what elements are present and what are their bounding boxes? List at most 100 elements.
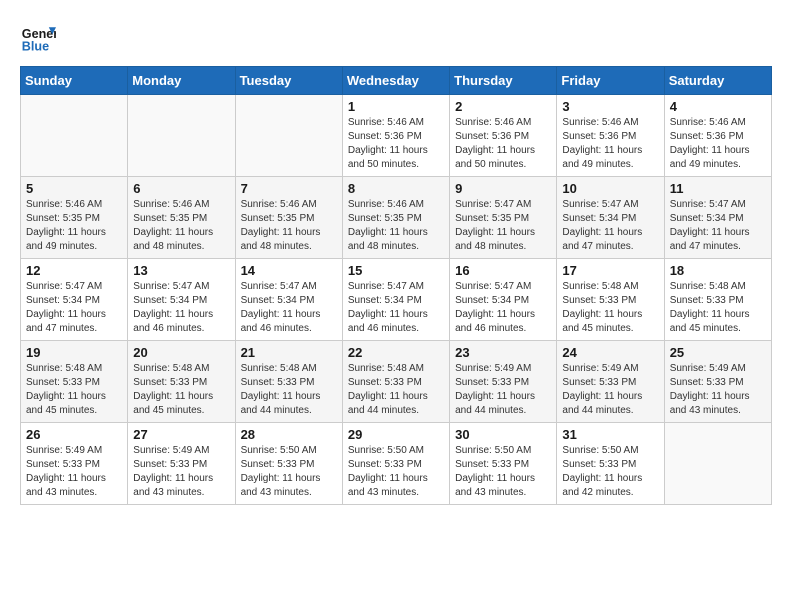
- day-number: 24: [562, 345, 658, 360]
- day-number: 12: [26, 263, 122, 278]
- day-number: 27: [133, 427, 229, 442]
- weekday-header-thursday: Thursday: [450, 67, 557, 95]
- weekday-header-friday: Friday: [557, 67, 664, 95]
- calendar-cell: 29 Sunrise: 5:50 AM Sunset: 5:33 PM Dayli…: [342, 423, 449, 505]
- day-info: Sunrise: 5:47 AM Sunset: 5:35 PM Dayligh…: [455, 198, 551, 254]
- calendar-cell: 30 Sunrise: 5:50 AM Sunset: 5:33 PM Dayli…: [450, 423, 557, 505]
- weekday-header-tuesday: Tuesday: [235, 67, 342, 95]
- day-number: 30: [455, 427, 551, 442]
- day-number: 3: [562, 99, 658, 114]
- day-info: Sunrise: 5:46 AM Sunset: 5:35 PM Dayligh…: [241, 198, 337, 254]
- day-info: Sunrise: 5:47 AM Sunset: 5:34 PM Dayligh…: [562, 198, 658, 254]
- calendar-cell: [128, 95, 235, 177]
- day-info: Sunrise: 5:46 AM Sunset: 5:36 PM Dayligh…: [670, 116, 766, 172]
- day-number: 5: [26, 181, 122, 196]
- day-number: 6: [133, 181, 229, 196]
- day-number: 7: [241, 181, 337, 196]
- calendar-cell: 15 Sunrise: 5:47 AM Sunset: 5:34 PM Dayli…: [342, 259, 449, 341]
- calendar-cell: 14 Sunrise: 5:47 AM Sunset: 5:34 PM Dayli…: [235, 259, 342, 341]
- calendar-cell: 31Sunrise: 5:50 AM Sunset: 5:33 PM Dayli…: [557, 423, 664, 505]
- calendar-cell: [21, 95, 128, 177]
- day-number: 20: [133, 345, 229, 360]
- day-info: Sunrise: 5:47 AM Sunset: 5:34 PM Dayligh…: [455, 280, 551, 336]
- calendar-cell: 24Sunrise: 5:49 AM Sunset: 5:33 PM Dayli…: [557, 341, 664, 423]
- calendar-cell: [664, 423, 771, 505]
- calendar-cell: 11 Sunrise: 5:47 AM Sunset: 5:34 PM Dayli…: [664, 177, 771, 259]
- day-info: Sunrise: 5:46 AM Sunset: 5:36 PM Dayligh…: [562, 116, 658, 172]
- day-info: Sunrise: 5:48 AM Sunset: 5:33 PM Dayligh…: [26, 362, 122, 418]
- calendar-cell: 13 Sunrise: 5:47 AM Sunset: 5:34 PM Dayli…: [128, 259, 235, 341]
- calendar-cell: [235, 95, 342, 177]
- week-row-1: 1Sunrise: 5:46 AM Sunset: 5:36 PM Daylig…: [21, 95, 772, 177]
- calendar-cell: 18Sunrise: 5:48 AM Sunset: 5:33 PM Dayli…: [664, 259, 771, 341]
- day-info: Sunrise: 5:49 AM Sunset: 5:33 PM Dayligh…: [133, 444, 229, 500]
- page-header: General Blue: [20, 20, 772, 56]
- calendar-cell: 1Sunrise: 5:46 AM Sunset: 5:36 PM Daylig…: [342, 95, 449, 177]
- calendar-cell: 20 Sunrise: 5:48 AM Sunset: 5:33 PM Dayli…: [128, 341, 235, 423]
- calendar-cell: 19 Sunrise: 5:48 AM Sunset: 5:33 PM Dayli…: [21, 341, 128, 423]
- day-info: Sunrise: 5:50 AM Sunset: 5:33 PM Dayligh…: [455, 444, 551, 500]
- day-info: Sunrise: 5:48 AM Sunset: 5:33 PM Dayligh…: [348, 362, 444, 418]
- weekday-header-wednesday: Wednesday: [342, 67, 449, 95]
- weekday-header-saturday: Saturday: [664, 67, 771, 95]
- calendar-header: SundayMondayTuesdayWednesdayThursdayFrid…: [21, 67, 772, 95]
- calendar-cell: 4 Sunrise: 5:46 AM Sunset: 5:36 PM Daylig…: [664, 95, 771, 177]
- logo: General Blue: [20, 20, 56, 56]
- svg-text:Blue: Blue: [22, 40, 49, 54]
- day-info: Sunrise: 5:48 AM Sunset: 5:33 PM Dayligh…: [133, 362, 229, 418]
- day-number: 26: [26, 427, 122, 442]
- day-number: 21: [241, 345, 337, 360]
- day-number: 19: [26, 345, 122, 360]
- calendar-cell: 7 Sunrise: 5:46 AM Sunset: 5:35 PM Daylig…: [235, 177, 342, 259]
- calendar-cell: 22Sunrise: 5:48 AM Sunset: 5:33 PM Dayli…: [342, 341, 449, 423]
- logo-icon: General Blue: [20, 20, 56, 56]
- day-number: 13: [133, 263, 229, 278]
- day-info: Sunrise: 5:49 AM Sunset: 5:33 PM Dayligh…: [670, 362, 766, 418]
- calendar-cell: 21 Sunrise: 5:48 AM Sunset: 5:33 PM Dayli…: [235, 341, 342, 423]
- calendar-cell: 16Sunrise: 5:47 AM Sunset: 5:34 PM Dayli…: [450, 259, 557, 341]
- calendar-cell: 5 Sunrise: 5:46 AM Sunset: 5:35 PM Daylig…: [21, 177, 128, 259]
- day-number: 10: [562, 181, 658, 196]
- day-info: Sunrise: 5:46 AM Sunset: 5:36 PM Dayligh…: [348, 116, 444, 172]
- day-number: 28: [241, 427, 337, 442]
- day-info: Sunrise: 5:50 AM Sunset: 5:33 PM Dayligh…: [348, 444, 444, 500]
- day-info: Sunrise: 5:47 AM Sunset: 5:34 PM Dayligh…: [241, 280, 337, 336]
- week-row-5: 26 Sunrise: 5:49 AM Sunset: 5:33 PM Dayli…: [21, 423, 772, 505]
- calendar-cell: 2 Sunrise: 5:46 AM Sunset: 5:36 PM Daylig…: [450, 95, 557, 177]
- day-info: Sunrise: 5:47 AM Sunset: 5:34 PM Dayligh…: [133, 280, 229, 336]
- day-info: Sunrise: 5:46 AM Sunset: 5:35 PM Dayligh…: [133, 198, 229, 254]
- day-number: 31: [562, 427, 658, 442]
- day-number: 15: [348, 263, 444, 278]
- day-info: Sunrise: 5:48 AM Sunset: 5:33 PM Dayligh…: [241, 362, 337, 418]
- calendar-cell: 27 Sunrise: 5:49 AM Sunset: 5:33 PM Dayli…: [128, 423, 235, 505]
- day-info: Sunrise: 5:46 AM Sunset: 5:36 PM Dayligh…: [455, 116, 551, 172]
- day-info: Sunrise: 5:49 AM Sunset: 5:33 PM Dayligh…: [455, 362, 551, 418]
- calendar-cell: 17 Sunrise: 5:48 AM Sunset: 5:33 PM Dayli…: [557, 259, 664, 341]
- calendar-cell: 9 Sunrise: 5:47 AM Sunset: 5:35 PM Daylig…: [450, 177, 557, 259]
- calendar-cell: 10 Sunrise: 5:47 AM Sunset: 5:34 PM Dayli…: [557, 177, 664, 259]
- weekday-header-sunday: Sunday: [21, 67, 128, 95]
- day-info: Sunrise: 5:47 AM Sunset: 5:34 PM Dayligh…: [348, 280, 444, 336]
- day-number: 9: [455, 181, 551, 196]
- day-info: Sunrise: 5:46 AM Sunset: 5:35 PM Dayligh…: [348, 198, 444, 254]
- calendar-cell: 3 Sunrise: 5:46 AM Sunset: 5:36 PM Daylig…: [557, 95, 664, 177]
- day-number: 29: [348, 427, 444, 442]
- day-number: 4: [670, 99, 766, 114]
- calendar-cell: 6 Sunrise: 5:46 AM Sunset: 5:35 PM Daylig…: [128, 177, 235, 259]
- day-info: Sunrise: 5:47 AM Sunset: 5:34 PM Dayligh…: [26, 280, 122, 336]
- calendar-cell: 28Sunrise: 5:50 AM Sunset: 5:33 PM Dayli…: [235, 423, 342, 505]
- day-number: 17: [562, 263, 658, 278]
- day-info: Sunrise: 5:47 AM Sunset: 5:34 PM Dayligh…: [670, 198, 766, 254]
- day-number: 11: [670, 181, 766, 196]
- day-info: Sunrise: 5:46 AM Sunset: 5:35 PM Dayligh…: [26, 198, 122, 254]
- day-number: 23: [455, 345, 551, 360]
- weekday-header-monday: Monday: [128, 67, 235, 95]
- day-number: 25: [670, 345, 766, 360]
- day-number: 14: [241, 263, 337, 278]
- day-info: Sunrise: 5:49 AM Sunset: 5:33 PM Dayligh…: [26, 444, 122, 500]
- day-number: 18: [670, 263, 766, 278]
- day-number: 2: [455, 99, 551, 114]
- calendar-cell: 23 Sunrise: 5:49 AM Sunset: 5:33 PM Dayli…: [450, 341, 557, 423]
- day-info: Sunrise: 5:48 AM Sunset: 5:33 PM Dayligh…: [562, 280, 658, 336]
- weekday-header-row: SundayMondayTuesdayWednesdayThursdayFrid…: [21, 67, 772, 95]
